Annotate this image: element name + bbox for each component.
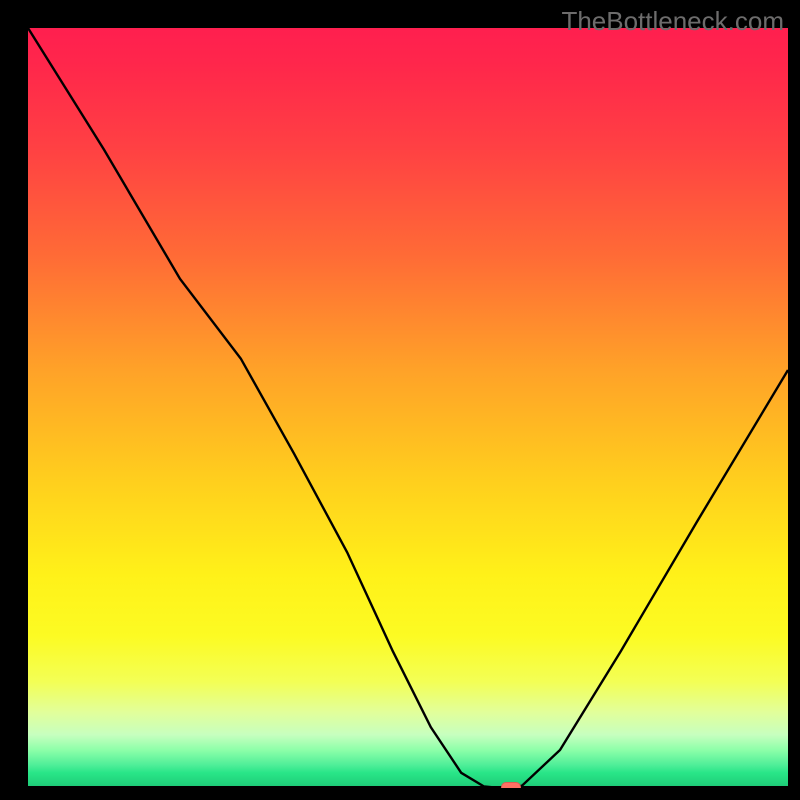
watermark-text: TheBottleneck.com (561, 6, 784, 37)
curve-svg (28, 28, 788, 788)
minimum-marker (501, 782, 521, 788)
chart-container: TheBottleneck.com (0, 0, 800, 800)
x-axis-baseline (28, 786, 788, 788)
bottleneck-curve (28, 28, 788, 788)
plot-area (28, 28, 788, 788)
